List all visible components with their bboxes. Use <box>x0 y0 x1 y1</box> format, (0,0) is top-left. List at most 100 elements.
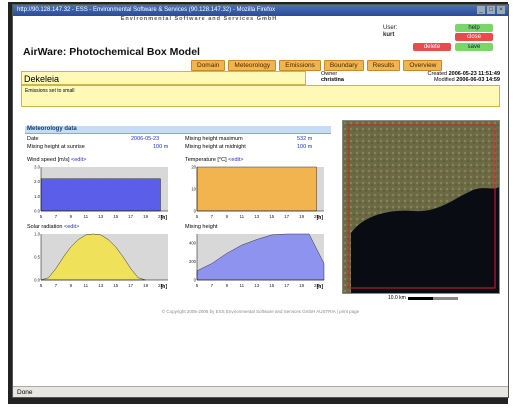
y-tick-label: 10 <box>191 187 196 192</box>
map-scale: 10.0 km <box>388 295 458 301</box>
y-tick-label: 200 <box>189 259 197 264</box>
x-tick-label: 15 <box>113 214 119 219</box>
x-tick-label: 7 <box>211 283 214 288</box>
footer-copyright: © Copyright 2005-2006 by ESS Environment… <box>161 309 360 314</box>
y-tick-label: 1.0 <box>34 232 40 237</box>
x-tick-label: 11 <box>83 283 88 288</box>
user-label: User: <box>383 25 398 31</box>
x-tick-label: 11 <box>239 214 244 219</box>
help-button[interactable]: help <box>455 24 493 32</box>
x-tick-label: 9 <box>226 214 229 219</box>
solar-chart-label: Solar radiation <edit> <box>27 224 79 230</box>
y-tick-label: 3.0 <box>34 165 40 170</box>
x-tick-label: 5 <box>40 283 43 288</box>
x-tick-label: 13 <box>98 283 104 288</box>
y-tick-label: 0 <box>194 209 197 214</box>
meteorology-title: Meteorology data <box>25 126 331 134</box>
date-label: Date <box>27 136 39 142</box>
temp-chart-title: Temperature [°C] <box>185 157 227 163</box>
browser-window: http://90.128.147.32 - ESS - Environment… <box>12 4 509 398</box>
tab-results[interactable]: Results <box>366 60 401 71</box>
temp-edit-link[interactable]: <edit> <box>228 157 243 163</box>
tab-emissions[interactable]: Emissions <box>279 60 321 71</box>
tab-overview[interactable]: Overview <box>403 60 443 71</box>
x-tick-label: 19 <box>143 283 149 288</box>
mix-max-value[interactable]: 532 m <box>297 136 312 143</box>
company-name: Environmental Software and Services GmbH <box>120 16 278 22</box>
user-name: kurt <box>383 32 395 38</box>
y-tick-label: 20 <box>191 165 196 170</box>
x-tick-label: 9 <box>70 283 73 288</box>
solar-edit-link[interactable]: <edit> <box>64 224 79 230</box>
x-tick-label: 11 <box>239 283 244 288</box>
x-tick-label: 7 <box>55 214 58 219</box>
tab-boundary[interactable]: Boundary <box>323 60 364 71</box>
temperature-chart: 5 7 9 11 13 15 17 19 21[h]01020 <box>191 165 324 220</box>
x-tick-label: 7 <box>55 283 58 288</box>
x-tick-label: 11 <box>83 214 88 219</box>
mix-sunrise-value[interactable]: 100 m <box>153 144 168 151</box>
y-tick-label: 1.0 <box>34 194 40 199</box>
wind-chart-title: Wind speed [m/s] <box>27 157 70 163</box>
close-window-icon[interactable]: × <box>497 6 505 14</box>
x-tick-label: 17 <box>284 214 290 219</box>
y-tick-label: 2.0 <box>34 179 40 184</box>
close-button[interactable]: close <box>455 33 493 41</box>
minimize-icon[interactable]: _ <box>477 6 485 14</box>
x-tick-label: 19 <box>299 214 305 219</box>
x-tick-label: 19 <box>143 214 149 219</box>
x-axis-unit: [h] <box>161 284 168 289</box>
page-title: AirWare: Photochemical Box Model <box>23 46 200 58</box>
series-area <box>196 166 317 212</box>
y-tick-label: 0.0 <box>34 209 40 214</box>
x-tick-label: 13 <box>254 283 260 288</box>
tab-meteorology[interactable]: Meteorology <box>228 60 277 71</box>
delete-button[interactable]: delete <box>413 43 451 51</box>
tab-domain[interactable]: Domain <box>191 60 226 71</box>
y-tick-label: 0.5 <box>34 255 40 260</box>
satellite-map[interactable] <box>342 120 500 294</box>
mix-midnight-label: Mixing height at midnight <box>185 144 246 150</box>
project-name[interactable]: Dekeleia <box>21 71 306 85</box>
wind-chart-label: Wind speed [m/s] <edit> <box>27 157 86 163</box>
user-box: User: kurt <box>383 25 397 38</box>
x-tick-label: 7 <box>211 214 214 219</box>
mixing-chart-label: Mixing height <box>185 224 217 230</box>
modified-value: 2006-06-03 14:59 <box>456 77 500 83</box>
maximize-icon[interactable]: □ <box>487 6 495 14</box>
mix-midnight-value[interactable]: 100 m <box>297 144 312 151</box>
x-axis-unit: [h] <box>161 215 168 220</box>
scale-bar-icon <box>407 296 458 300</box>
x-tick-label: 13 <box>254 214 260 219</box>
y-tick-label: 400 <box>189 241 197 246</box>
x-tick-label: 17 <box>128 283 134 288</box>
date-value[interactable]: 2006-05-23 <box>131 136 159 143</box>
x-tick-label: 15 <box>269 214 275 219</box>
x-tick-label: 17 <box>284 283 290 288</box>
x-tick-label: 5 <box>40 214 43 219</box>
save-button[interactable]: save <box>455 43 493 51</box>
x-axis-unit: [h] <box>317 284 324 289</box>
x-tick-label: 5 <box>196 283 199 288</box>
window-title: http://90.128.147.32 - ESS - Environment… <box>17 7 276 13</box>
x-tick-label: 5 <box>196 214 199 219</box>
wind-speed-chart: 5 7 9 11 13 15 17 19 21[h]0.01.02.03.0 <box>34 165 168 220</box>
x-tick-label: 9 <box>70 214 73 219</box>
status-bar: Done <box>13 386 508 397</box>
owner-info: Owner christina <box>321 71 344 83</box>
module-tabs: Domain Meteorology Emissions Boundary Re… <box>191 60 443 71</box>
mixing-chart-title: Mixing height <box>185 224 218 230</box>
window-titlebar[interactable]: http://90.128.147.32 - ESS - Environment… <box>13 5 508 16</box>
x-axis-unit: [h] <box>317 215 324 220</box>
mix-sunrise-label: Mixing height at sunrise <box>27 144 85 150</box>
project-bar: Dekeleia Owner christina Created 2006-05… <box>21 71 500 85</box>
wind-edit-link[interactable]: <edit> <box>71 157 86 163</box>
temp-chart-label: Temperature [°C] <edit> <box>185 157 243 163</box>
x-tick-label: 17 <box>128 214 134 219</box>
y-tick-label: 0.0 <box>34 278 40 283</box>
solar-chart-title: Solar radiation <box>27 224 63 230</box>
solar-radiation-chart: 5 7 9 11 13 15 17 19 21[h]0.00.51.0 <box>34 232 168 289</box>
timestamps: Created 2006-05-23 11:51:49 Modified 200… <box>428 71 500 83</box>
x-tick-label: 9 <box>226 283 229 288</box>
project-description[interactable]: Emissions set to small <box>21 85 500 107</box>
